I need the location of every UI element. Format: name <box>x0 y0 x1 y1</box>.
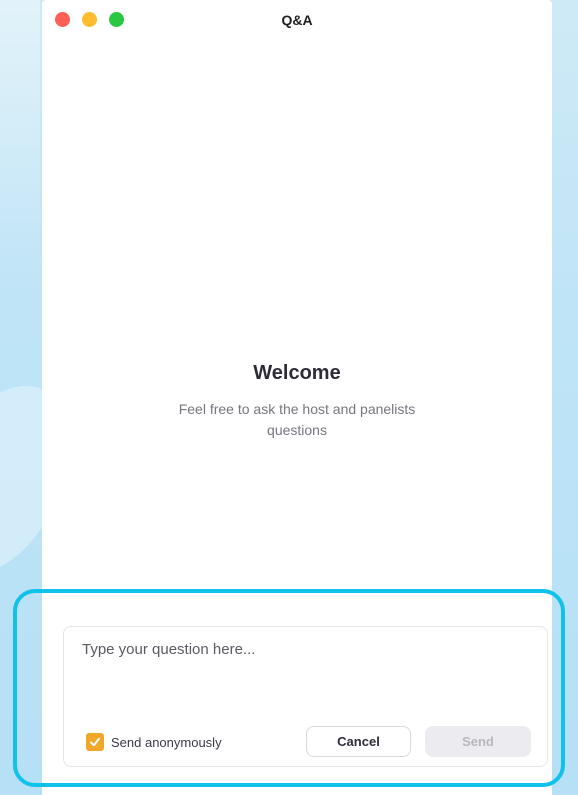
question-composer: Send anonymously Cancel Send <box>63 626 548 767</box>
welcome-title: Welcome <box>253 362 341 384</box>
window-title: Q&A <box>281 12 313 28</box>
send-anonymously-option[interactable]: Send anonymously <box>86 733 222 751</box>
anonymous-checkbox[interactable] <box>86 733 104 751</box>
background-gradient <box>0 0 40 260</box>
cancel-button[interactable]: Cancel <box>306 726 411 757</box>
question-input[interactable] <box>82 641 522 701</box>
welcome-message: Feel free to ask the host and panelists … <box>178 401 416 438</box>
send-button[interactable]: Send <box>425 726 531 757</box>
checkmark-icon <box>90 737 100 747</box>
welcome-panel: Welcome Feel free to ask the host and pa… <box>42 362 552 441</box>
title-bar: Q&A <box>42 0 552 42</box>
anonymous-label: Send anonymously <box>111 734 222 750</box>
